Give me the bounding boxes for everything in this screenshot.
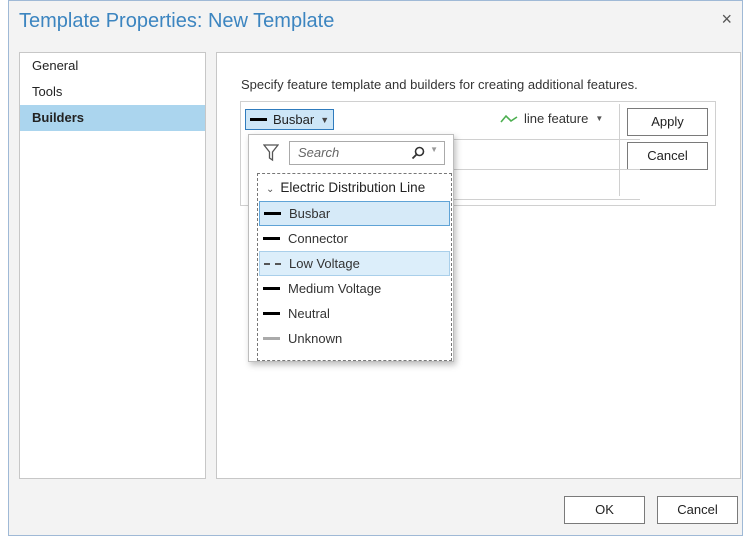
table-row-divider xyxy=(448,169,640,170)
list-item-label: Medium Voltage xyxy=(288,281,382,296)
builder-type-dropdown[interactable]: line feature ▼ xyxy=(500,111,603,126)
line-symbol-icon xyxy=(263,287,280,290)
list-item-label: Unknown xyxy=(288,331,343,346)
chevron-down-icon: ⌄ xyxy=(266,184,275,195)
divider xyxy=(619,104,620,196)
grey-line-symbol-icon xyxy=(263,337,280,340)
template-selector-button[interactable]: Busbar ▼ xyxy=(245,109,334,130)
sidebar-item-builders[interactable]: Builders xyxy=(20,105,205,131)
list-item-label: Low Voltage xyxy=(289,256,360,271)
table-row-divider xyxy=(448,139,640,140)
dialog-title: Template Properties: New Template xyxy=(19,10,335,32)
line-symbol-icon xyxy=(250,118,267,121)
search-field[interactable]: ▼ xyxy=(289,141,445,165)
list-item-connector[interactable]: Connector xyxy=(259,226,450,251)
cancel-button[interactable]: Cancel xyxy=(657,496,738,524)
template-properties-dialog: Template Properties: New Template × Gene… xyxy=(8,0,743,536)
line-symbol-icon xyxy=(263,312,280,315)
search-icon[interactable] xyxy=(411,146,425,160)
dashed-line-symbol-icon xyxy=(264,262,281,265)
list-item-label: Neutral xyxy=(288,306,330,321)
template-selector-label: Busbar xyxy=(273,112,315,127)
sidebar-nav: General Tools Builders xyxy=(19,52,206,479)
sidebar-item-tools[interactable]: Tools xyxy=(20,79,205,105)
chevron-down-icon: ▼ xyxy=(595,114,604,123)
search-input[interactable] xyxy=(298,145,406,160)
list-item-unknown[interactable]: Unknown xyxy=(259,326,450,351)
list-item-label: Connector xyxy=(288,231,348,246)
builder-type-label: line feature xyxy=(524,111,589,126)
apply-button[interactable]: Apply xyxy=(627,108,708,136)
line-feature-icon xyxy=(500,114,518,123)
template-list: ⌄ Electric Distribution Line Busbar Conne… xyxy=(257,173,452,361)
chevron-down-icon[interactable]: ▼ xyxy=(430,145,438,154)
list-item-neutral[interactable]: Neutral xyxy=(259,301,450,326)
filter-icon[interactable] xyxy=(263,144,279,162)
close-icon[interactable]: × xyxy=(721,9,732,30)
line-symbol-icon xyxy=(263,237,280,240)
builders-description: Specify feature template and builders fo… xyxy=(241,77,638,92)
group-header[interactable]: ⌄ Electric Distribution Line xyxy=(258,174,451,201)
group-label: Electric Distribution Line xyxy=(280,180,426,195)
list-item-medium-voltage[interactable]: Medium Voltage xyxy=(259,276,450,301)
builders-cancel-button[interactable]: Cancel xyxy=(627,142,708,170)
ok-button[interactable]: OK xyxy=(564,496,645,524)
list-item-label: Busbar xyxy=(289,206,331,221)
line-symbol-icon xyxy=(264,212,281,215)
table-row-divider xyxy=(448,199,640,200)
template-dropdown-popup: ▼ ⌄ Electric Distribution Line Busbar Con… xyxy=(248,134,454,362)
list-item-low-voltage[interactable]: Low Voltage xyxy=(259,251,450,276)
chevron-down-icon: ▼ xyxy=(320,114,330,125)
sidebar-item-general[interactable]: General xyxy=(20,53,205,79)
list-item-busbar[interactable]: Busbar xyxy=(259,201,450,226)
